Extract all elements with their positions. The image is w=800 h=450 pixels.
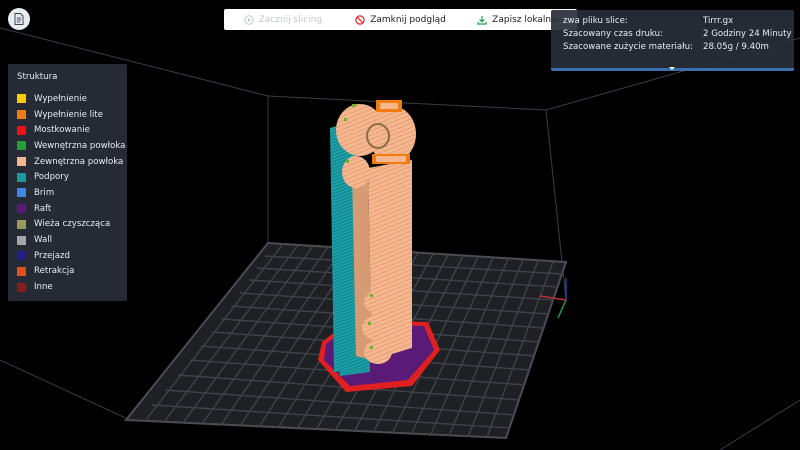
legend-label: Mostkowanie [34,125,90,136]
file-menu-button[interactable] [8,8,30,30]
legend-swatch [17,204,26,214]
legend-swatch [17,125,26,135]
legend-item: Wieża czyszcząca [17,217,127,233]
legend-label: Wall [34,235,52,246]
legend-item: Brim [17,185,127,201]
legend-swatch [17,157,26,167]
legend-item: Zewnętrzna powłoka [17,154,127,170]
legend-label: Raft [34,203,52,214]
legend-item: Wypełnienie [17,91,127,107]
legend-label: Wewnętrzna powłoka [34,140,126,151]
material-label: Szacowane zużycie materiału: [563,42,693,52]
legend-item: Wall [17,232,127,248]
material-value: 28.05g / 9.40m [703,42,769,52]
legend-label: Wieża czyszcząca [34,219,111,230]
print-time-row: Szacowany czas druku: 2 Godziny 24 Minut… [551,29,794,42]
legend-swatch [17,94,26,104]
legend-label: Zewnętrzna powłoka [34,156,124,167]
legend-item: Raft [17,201,127,217]
file-name-label: zwa pliku slice: [563,16,628,26]
close-preview-button[interactable]: Zamknij podgląd [342,15,460,25]
legend-item: Wypełnienie lite [17,107,127,123]
legend-label: Retrakcja [34,266,75,277]
caret-down-icon[interactable] [669,67,675,70]
print-time-label: Szacowany czas druku: [563,29,663,39]
file-name-row: zwa pliku slice: Tirrr.gx [551,16,794,29]
legend-label: Brim [34,187,55,198]
legend-item: Wewnętrzna powłoka [17,138,127,154]
slice-info-panel: zwa pliku slice: Tirrr.gx Szacowany czas… [551,10,794,71]
prohibited-icon [355,14,365,25]
legend-item: Podpory [17,169,127,185]
legend-label: Wypełnienie [34,93,87,104]
legend-list: Wypełnienie Wypełnienie lite Mostkowanie We… [17,91,127,295]
legend-swatch [17,251,26,261]
top-toolbar: Zacznij slicing Zamknij podgląd Zapisz l… [224,9,577,30]
play-circle-icon [243,14,254,25]
legend-item: Mostkowanie [17,122,127,138]
start-slicing-button[interactable]: Zacznij slicing [224,15,342,25]
legend-swatch [17,219,26,229]
legend-label: Wypełnienie lite [34,109,104,120]
file-icon [14,13,24,25]
legend-title: Struktura [17,72,58,82]
legend-item: Przejazd [17,248,127,264]
close-preview-label: Zamknij podgląd [370,14,446,25]
legend-swatch [17,172,26,182]
legend-item: Retrakcja [17,264,127,280]
legend-swatch [17,235,26,245]
file-name-value: Tirrr.gx [703,16,734,26]
legend-swatch [17,266,26,276]
legend-item: Inne [17,279,127,295]
legend-label: Podpory [34,172,69,183]
save-local-label: Zapisz lokalnie [492,14,560,25]
print-time-value: 2 Godziny 24 Minuty [703,29,792,39]
material-row: Szacowane zużycie materiału: 28.05g / 9.… [551,42,794,55]
structure-legend: Struktura Wypełnienie Wypełnienie lite Mos… [8,64,127,301]
download-icon [477,15,487,25]
legend-swatch [17,282,26,292]
legend-swatch [17,188,26,198]
start-slicing-label: Zacznij slicing [258,14,323,25]
legend-swatch [17,110,26,120]
legend-label: Przejazd [34,250,70,261]
sliced-model-preview [318,100,440,392]
legend-label: Inne [34,282,53,293]
legend-swatch [17,141,26,151]
